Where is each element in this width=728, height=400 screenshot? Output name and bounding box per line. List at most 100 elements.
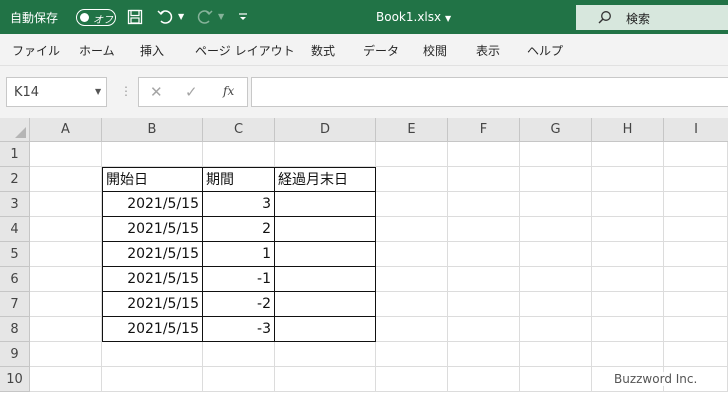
cell-f3[interactable] bbox=[448, 192, 520, 217]
row-header-9[interactable]: 9 bbox=[0, 342, 30, 367]
cell-g3[interactable] bbox=[520, 192, 592, 217]
cell-f5[interactable] bbox=[448, 242, 520, 267]
enter-icon[interactable]: ✓ bbox=[185, 83, 198, 101]
cell-d6[interactable] bbox=[275, 267, 376, 292]
cell-a3[interactable] bbox=[30, 192, 102, 217]
cell-e3[interactable] bbox=[376, 192, 448, 217]
column-header-c[interactable]: C bbox=[203, 118, 275, 142]
cell-i7[interactable] bbox=[664, 292, 728, 317]
formula-input[interactable] bbox=[251, 77, 728, 107]
cell-d7[interactable] bbox=[275, 292, 376, 317]
cell-a7[interactable] bbox=[30, 292, 102, 317]
tab-view[interactable]: 表示 bbox=[476, 42, 500, 59]
name-box[interactable]: K14 ▼ bbox=[6, 77, 107, 107]
cell-i9[interactable] bbox=[664, 342, 728, 367]
cell-h4[interactable] bbox=[592, 217, 664, 242]
cell-e6[interactable] bbox=[376, 267, 448, 292]
tab-help[interactable]: ヘルプ bbox=[527, 42, 563, 59]
cell-b6[interactable]: 2021/5/15 bbox=[102, 267, 203, 292]
tab-review[interactable]: 校閲 bbox=[423, 42, 447, 59]
cell-g2[interactable] bbox=[520, 167, 592, 192]
cell-i6[interactable] bbox=[664, 267, 728, 292]
column-header-e[interactable]: E bbox=[376, 118, 448, 142]
cell-i8[interactable] bbox=[664, 317, 728, 342]
cell-b2[interactable]: 開始日 bbox=[102, 167, 203, 192]
cell-a1[interactable] bbox=[30, 142, 102, 167]
cell-c3[interactable]: 3 bbox=[203, 192, 275, 217]
cell-g8[interactable] bbox=[520, 317, 592, 342]
cell-c10[interactable] bbox=[203, 367, 275, 392]
cell-c2[interactable]: 期間 bbox=[203, 167, 275, 192]
cell-h3[interactable] bbox=[592, 192, 664, 217]
column-header-f[interactable]: F bbox=[448, 118, 520, 142]
cell-f1[interactable] bbox=[448, 142, 520, 167]
column-header-h[interactable]: H bbox=[592, 118, 664, 142]
cell-b1[interactable] bbox=[102, 142, 203, 167]
cell-a9[interactable] bbox=[30, 342, 102, 367]
save-icon[interactable] bbox=[124, 6, 146, 28]
cell-d1[interactable] bbox=[275, 142, 376, 167]
cell-f9[interactable] bbox=[448, 342, 520, 367]
row-header-6[interactable]: 6 bbox=[0, 267, 30, 292]
cell-a4[interactable] bbox=[30, 217, 102, 242]
cell-h1[interactable] bbox=[592, 142, 664, 167]
cell-g10[interactable] bbox=[520, 367, 592, 392]
cell-b4[interactable]: 2021/5/15 bbox=[102, 217, 203, 242]
cell-d10[interactable] bbox=[275, 367, 376, 392]
cell-b3[interactable]: 2021/5/15 bbox=[102, 192, 203, 217]
column-header-i[interactable]: I bbox=[664, 118, 728, 142]
cell-b10[interactable] bbox=[102, 367, 203, 392]
column-header-b[interactable]: B bbox=[102, 118, 203, 142]
cell-i5[interactable] bbox=[664, 242, 728, 267]
search-box[interactable]: 検索 bbox=[576, 5, 728, 30]
cell-d9[interactable] bbox=[275, 342, 376, 367]
tab-file[interactable]: ファイル bbox=[12, 42, 60, 59]
cell-f8[interactable] bbox=[448, 317, 520, 342]
row-header-3[interactable]: 3 bbox=[0, 192, 30, 217]
cell-g5[interactable] bbox=[520, 242, 592, 267]
tab-data[interactable]: データ bbox=[363, 42, 399, 59]
cell-e10[interactable] bbox=[376, 367, 448, 392]
tab-home[interactable]: ホーム bbox=[79, 42, 115, 59]
tab-page-layout[interactable]: ページ レイアウト bbox=[195, 42, 295, 59]
row-header-7[interactable]: 7 bbox=[0, 292, 30, 317]
cell-c9[interactable] bbox=[203, 342, 275, 367]
select-all-corner[interactable] bbox=[0, 118, 30, 142]
cell-a5[interactable] bbox=[30, 242, 102, 267]
cell-f2[interactable] bbox=[448, 167, 520, 192]
cell-h8[interactable] bbox=[592, 317, 664, 342]
cell-f4[interactable] bbox=[448, 217, 520, 242]
cell-b5[interactable]: 2021/5/15 bbox=[102, 242, 203, 267]
cell-e2[interactable] bbox=[376, 167, 448, 192]
cell-e1[interactable] bbox=[376, 142, 448, 167]
insert-function-icon[interactable]: fx bbox=[223, 84, 234, 98]
cell-c7[interactable]: -2 bbox=[203, 292, 275, 317]
undo-dropdown-icon[interactable]: ▼ bbox=[178, 12, 184, 21]
cell-c5[interactable]: 1 bbox=[203, 242, 275, 267]
cell-a8[interactable] bbox=[30, 317, 102, 342]
cell-h9[interactable] bbox=[592, 342, 664, 367]
document-title[interactable]: Book1.xlsx ▼ bbox=[376, 10, 451, 24]
row-header-8[interactable]: 8 bbox=[0, 317, 30, 342]
cell-h6[interactable] bbox=[592, 267, 664, 292]
cell-d5[interactable] bbox=[275, 242, 376, 267]
tab-formulas[interactable]: 数式 bbox=[311, 42, 335, 59]
cell-h7[interactable] bbox=[592, 292, 664, 317]
row-header-4[interactable]: 4 bbox=[0, 217, 30, 242]
row-header-5[interactable]: 5 bbox=[0, 242, 30, 267]
cell-i1[interactable] bbox=[664, 142, 728, 167]
cell-b8[interactable]: 2021/5/15 bbox=[102, 317, 203, 342]
cell-b9[interactable] bbox=[102, 342, 203, 367]
cell-c4[interactable]: 2 bbox=[203, 217, 275, 242]
cell-g1[interactable] bbox=[520, 142, 592, 167]
cell-h5[interactable] bbox=[592, 242, 664, 267]
cell-f6[interactable] bbox=[448, 267, 520, 292]
cell-i3[interactable] bbox=[664, 192, 728, 217]
row-header-1[interactable]: 1 bbox=[0, 142, 30, 167]
cell-d8[interactable] bbox=[275, 317, 376, 342]
cell-i2[interactable] bbox=[664, 167, 728, 192]
cell-i4[interactable] bbox=[664, 217, 728, 242]
cell-d3[interactable] bbox=[275, 192, 376, 217]
cell-g4[interactable] bbox=[520, 217, 592, 242]
cell-f7[interactable] bbox=[448, 292, 520, 317]
